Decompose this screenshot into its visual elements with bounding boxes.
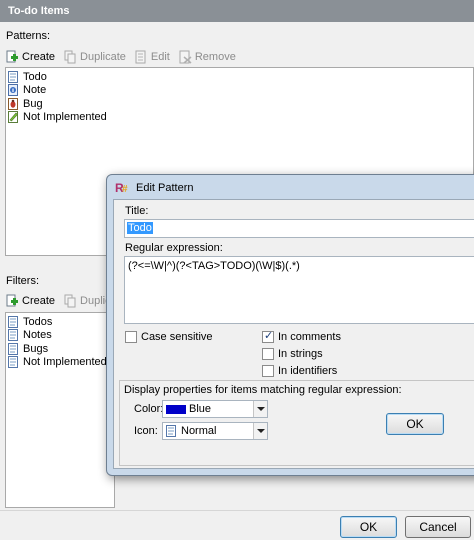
list-item-label: Note xyxy=(23,84,47,97)
resharper-icon: R # xyxy=(115,181,128,194)
list-item-label: Not Implemented xyxy=(23,356,107,369)
list-item[interactable]: Notes xyxy=(6,329,114,343)
list-item-label: Not Implemented xyxy=(23,111,107,124)
in-identifiers-box[interactable] xyxy=(262,365,274,377)
filters-label: Filters: xyxy=(6,275,39,287)
regex-input-value: (?<=\W|^)(?<TAG>TODO)(\W|$)(.*) xyxy=(128,260,300,272)
filters-list[interactable]: Todos Notes Bugs Not Implemented xyxy=(5,312,115,508)
list-item[interactable]: Todos xyxy=(6,315,114,329)
regex-input[interactable]: (?<=\W|^)(?<TAG>TODO)(\W|$)(.*) xyxy=(124,256,474,324)
patterns-duplicate-label: Duplicate xyxy=(80,51,126,63)
filter-icon xyxy=(8,329,18,342)
dialog-title-bar: R # Edit Pattern xyxy=(115,181,193,194)
color-select[interactable]: Blue xyxy=(162,400,268,418)
create-icon xyxy=(6,50,18,63)
chevron-down-icon[interactable] xyxy=(253,401,267,417)
list-item[interactable]: Note xyxy=(6,84,473,98)
list-item[interactable]: Todo xyxy=(6,70,473,84)
chevron-down-icon[interactable] xyxy=(253,423,267,439)
edit-icon xyxy=(135,50,146,64)
patterns-edit-label: Edit xyxy=(150,51,170,63)
color-swatch xyxy=(166,404,186,414)
in-comments-label: In comments xyxy=(278,331,341,343)
icon-select[interactable]: Normal xyxy=(162,422,268,440)
duplicate-icon xyxy=(64,294,76,308)
window-title-bar: To-do Items xyxy=(0,0,474,22)
ok-button[interactable]: OK xyxy=(340,516,397,538)
bug-icon xyxy=(8,97,18,110)
remove-icon xyxy=(179,50,192,64)
color-label: Color: xyxy=(134,403,164,415)
title-input-value: Todo xyxy=(127,222,153,234)
icon-select-value: Normal xyxy=(181,425,217,437)
window-title: To-do Items xyxy=(8,5,70,17)
in-strings-label: In strings xyxy=(278,348,323,360)
in-identifiers-label: In identifiers xyxy=(278,365,338,377)
in-identifiers-checkbox[interactable]: In identifiers xyxy=(262,365,337,377)
display-properties-label: Display properties for items matching re… xyxy=(124,384,402,396)
svg-text:#: # xyxy=(122,184,128,194)
list-item[interactable]: Bug xyxy=(6,97,473,111)
patterns-remove-button[interactable]: Remove xyxy=(179,50,236,64)
duplicate-icon xyxy=(64,50,76,64)
create-icon xyxy=(6,294,18,307)
patterns-duplicate-button[interactable]: Duplicate xyxy=(64,50,126,64)
list-item-label: Todos xyxy=(23,315,53,328)
list-item-label: Bug xyxy=(23,97,43,110)
patterns-remove-label: Remove xyxy=(194,51,236,63)
list-item-label: Bugs xyxy=(23,342,49,355)
todo-icon xyxy=(8,70,18,83)
filter-icon xyxy=(8,342,18,355)
cancel-button[interactable]: Cancel xyxy=(405,516,471,538)
filters-create-button[interactable]: Create xyxy=(6,294,55,308)
icon-label: Icon: xyxy=(134,425,158,437)
patterns-create-button[interactable]: Create xyxy=(6,50,55,64)
not-implemented-icon xyxy=(8,111,18,124)
filter-icon xyxy=(8,315,18,328)
list-item-label: Notes xyxy=(23,329,52,342)
patterns-label: Patterns: xyxy=(6,30,51,42)
filter-icon xyxy=(8,356,18,369)
in-strings-checkbox[interactable]: In strings xyxy=(262,348,323,360)
case-sensitive-box[interactable] xyxy=(125,331,137,343)
list-item[interactable]: Not Implemented xyxy=(6,111,473,125)
dialog-ok-button[interactable]: OK xyxy=(386,413,444,435)
list-item[interactable]: Not Implemented xyxy=(6,356,114,370)
note-icon xyxy=(8,84,18,97)
filters-create-label: Create xyxy=(22,295,56,307)
regex-field-label: Regular expression: xyxy=(125,242,223,254)
patterns-create-label: Create xyxy=(22,51,56,63)
in-comments-box[interactable] xyxy=(262,329,274,343)
dialog-footer: OK Cancel xyxy=(0,510,474,540)
case-sensitive-label: Case sensitive xyxy=(141,331,213,343)
list-item[interactable]: Bugs xyxy=(6,342,114,356)
dialog-title: Edit Pattern xyxy=(136,181,194,194)
title-field-label: Title: xyxy=(125,205,149,217)
color-select-value: Blue xyxy=(189,403,212,415)
patterns-toolbar: Create Duplicate Edit Remove xyxy=(6,48,245,66)
list-item-label: Todo xyxy=(23,70,47,83)
edit-pattern-dialog: R # Edit Pattern Title: Todo Regular exp… xyxy=(106,174,474,476)
dialog-body: Title: Todo Regular expression: (?<=\W|^… xyxy=(113,199,474,469)
in-strings-box[interactable] xyxy=(262,348,274,360)
patterns-edit-button[interactable]: Edit xyxy=(135,50,170,64)
in-comments-checkbox[interactable]: In comments xyxy=(262,329,341,343)
case-sensitive-checkbox[interactable]: Case sensitive xyxy=(125,331,213,343)
title-input[interactable]: Todo xyxy=(124,219,474,238)
todo-icon xyxy=(166,425,176,437)
